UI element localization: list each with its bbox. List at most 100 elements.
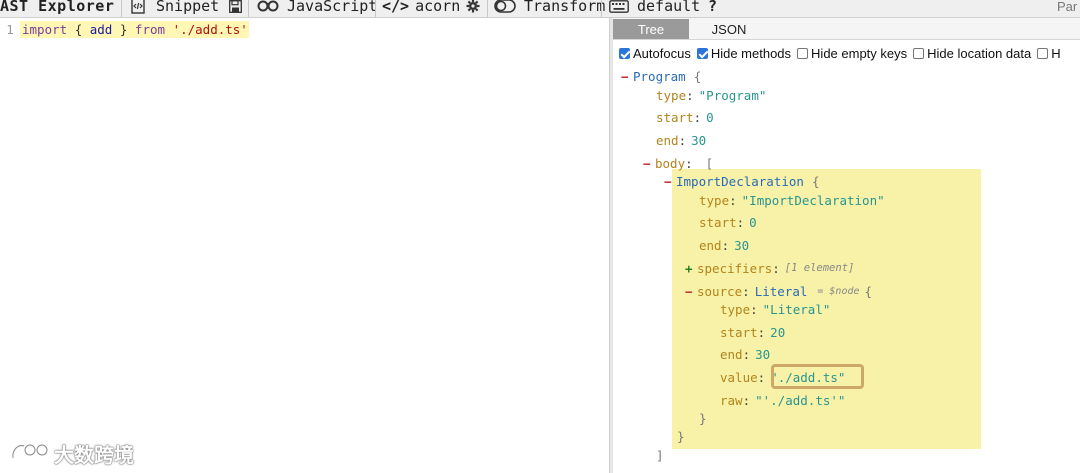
toolbar-divider xyxy=(601,0,602,17)
ast-output-pane: Tree JSON Autofocus Hide methods Hide em… xyxy=(613,18,1080,473)
save-icon xyxy=(229,0,242,13)
highlighted-code: import { add } from './add.ts' xyxy=(20,20,249,38)
option-label: Hide location data xyxy=(927,45,1032,61)
option-hide-empty-keys[interactable]: Hide empty keys xyxy=(797,46,907,61)
code-line[interactable]: 1 import { add } from './add.ts' xyxy=(0,20,249,38)
property-key: end xyxy=(720,346,743,362)
collapse-toggle[interactable]: − xyxy=(664,174,676,189)
option-label: Hide empty keys xyxy=(811,45,908,61)
property-key: end xyxy=(656,132,679,148)
watermark-text: 大数跨境 xyxy=(54,442,134,467)
property-key: start xyxy=(656,109,694,125)
help-icon: ? xyxy=(708,0,718,15)
property-key: raw xyxy=(720,392,743,408)
property-key: type xyxy=(720,301,751,317)
source-string: './add.ts' xyxy=(172,21,248,37)
node-type-name: ImportDeclaration xyxy=(676,173,804,189)
tab-json[interactable]: JSON xyxy=(693,19,765,39)
property-key: type xyxy=(699,192,730,208)
open-brace: { xyxy=(74,21,83,37)
tree-property: type: "Program" xyxy=(656,87,767,103)
language-icon xyxy=(257,0,279,13)
checkbox[interactable] xyxy=(1037,47,1049,59)
property-value: "ImportDeclaration" xyxy=(741,192,885,208)
property-key: start xyxy=(699,214,737,230)
collapse-toggle[interactable]: − xyxy=(643,156,655,171)
tab-tree[interactable]: Tree xyxy=(613,19,689,39)
toggle-icon xyxy=(494,0,516,13)
property-value: 0 xyxy=(706,109,714,125)
tree-node-import-declaration[interactable]: − ImportDeclaration { xyxy=(664,172,819,190)
keymap-menu[interactable]: default xyxy=(609,0,700,17)
property-value: 20 xyxy=(770,324,786,340)
tree-property: start: 0 xyxy=(656,109,714,125)
checkbox[interactable] xyxy=(797,47,809,59)
property-value: "'./add.ts'" xyxy=(755,392,846,408)
code-icon: </> xyxy=(382,0,410,15)
toolbar: AST Explorer Snippet JavaScript </> acor… xyxy=(0,0,1080,18)
output-tabs: Tree JSON xyxy=(613,18,1080,40)
open-brace: { xyxy=(693,68,702,84)
property-value: "Literal" xyxy=(762,301,831,317)
from-keyword: from xyxy=(134,21,166,37)
ast-tree: − Program { type: "Program" start: 0 end… xyxy=(613,62,1080,473)
line-number: 1 xyxy=(6,21,14,37)
option-label: H xyxy=(1051,45,1061,61)
checkbox-checked[interactable] xyxy=(696,47,708,59)
import-keyword: import xyxy=(22,21,68,37)
snippet-label: Snippet xyxy=(156,0,220,15)
watermark: 大数跨境 xyxy=(10,439,134,467)
property-value: 30 xyxy=(734,237,750,253)
property-value: 30 xyxy=(755,346,771,362)
option-label: Hide methods xyxy=(710,45,792,61)
import-identifier: add xyxy=(89,21,113,37)
code-editor[interactable]: 1 import { add } from './add.ts' xyxy=(0,18,610,473)
tree-property: end: 30 xyxy=(699,237,750,253)
property-value: 30 xyxy=(691,132,707,148)
property-key: specifiers xyxy=(697,260,773,276)
parser-settings-button[interactable] xyxy=(466,0,480,17)
transform-label: Transform xyxy=(524,0,606,15)
node-type-name: Program xyxy=(633,68,686,84)
collapse-toggle[interactable]: − xyxy=(621,69,633,84)
close-brace: } xyxy=(699,410,707,426)
property-key: type xyxy=(656,87,687,103)
snippet-menu[interactable]: Snippet xyxy=(130,0,220,17)
option-hide-methods[interactable]: Hide methods xyxy=(696,45,792,61)
open-brace: { xyxy=(864,283,873,299)
option-autofocus[interactable]: Autofocus xyxy=(619,46,691,61)
property-key: source xyxy=(697,283,743,299)
toolbar-divider xyxy=(121,0,122,17)
collapse-toggle[interactable]: − xyxy=(685,284,697,299)
transform-toggle[interactable]: Transform xyxy=(494,0,606,17)
tree-node-body[interactable]: − body: [ xyxy=(643,154,713,172)
tree-property: start: 20 xyxy=(720,324,786,340)
option-hide-location-data[interactable]: Hide location data xyxy=(913,46,1031,61)
property-key: start xyxy=(720,324,758,340)
open-brace: { xyxy=(811,173,820,189)
collapsed-summary: [1 element] xyxy=(784,262,855,274)
tree-node-specifiers[interactable]: + specifiers: [1 element] xyxy=(685,259,854,277)
value-highlight-box xyxy=(771,364,864,389)
keyboard-icon xyxy=(609,0,629,13)
tree-property: type: "ImportDeclaration" xyxy=(699,192,885,208)
parser-label: acorn xyxy=(415,0,461,15)
checkbox[interactable] xyxy=(913,47,925,59)
tree-property: type: "Literal" xyxy=(720,301,831,317)
tree-property: end: 30 xyxy=(720,346,771,362)
tree-node-program[interactable]: − Program { xyxy=(621,67,701,85)
checkbox-checked[interactable] xyxy=(619,47,630,59)
node-reference-hint: = $node xyxy=(817,285,860,297)
app-title: AST Explorer xyxy=(0,0,115,15)
property-value: "Program" xyxy=(698,87,767,103)
option-hide-type-keys[interactable]: H xyxy=(1037,45,1061,61)
language-menu[interactable]: JavaScript xyxy=(257,0,377,17)
tree-node-source[interactable]: − source: Literal = $node { xyxy=(685,282,872,300)
help-button[interactable]: ? xyxy=(708,0,718,17)
tree-property: end: 30 xyxy=(656,132,707,148)
parser-menu[interactable]: </> acorn xyxy=(382,0,461,17)
expand-toggle[interactable]: + xyxy=(685,261,697,276)
toolbar-divider xyxy=(487,0,488,17)
gear-icon xyxy=(466,0,480,13)
save-button[interactable] xyxy=(229,0,242,17)
